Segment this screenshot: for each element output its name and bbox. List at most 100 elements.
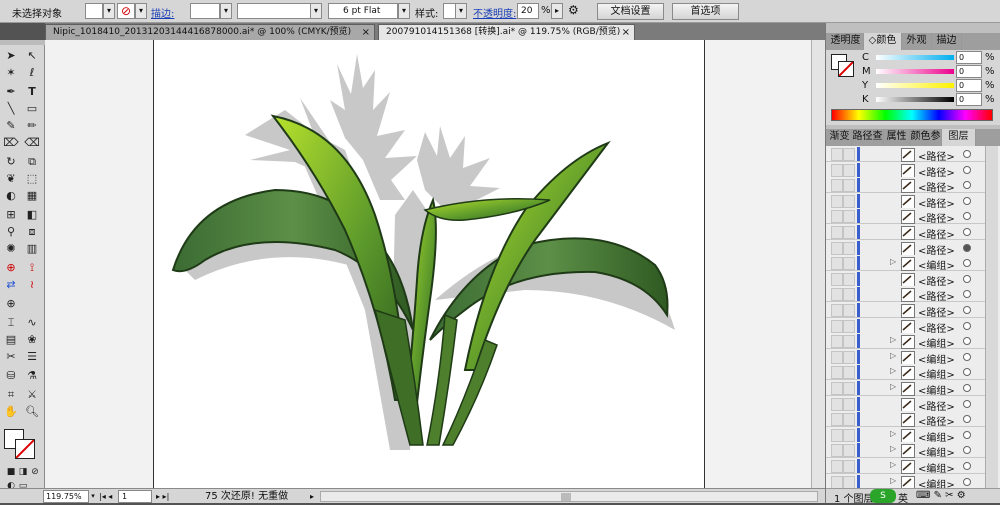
expand-icon[interactable]: ▷ [890,382,896,391]
layer-row[interactable]: <路径> [826,161,998,179]
mesh-tool-icon[interactable]: ⊞ [2,207,20,223]
tab-gradient[interactable]: 渐变 [828,129,852,146]
layer-row[interactable]: ▷ <编组> [826,380,998,397]
stroke-label[interactable]: 描边: [151,5,174,20]
target-icon[interactable] [963,306,971,314]
stroke-swatch-dropdown[interactable]: ▾ [135,3,147,19]
visibility-toggle[interactable] [831,163,843,177]
stroke-weight-dropdown[interactable]: ▾ [220,3,232,19]
layer-row[interactable]: <路径> [826,317,998,335]
visibility-toggle[interactable] [831,335,843,349]
canvas-area[interactable] [45,40,825,488]
layer-row[interactable]: <路径> [826,224,998,241]
rectangle-tool-icon[interactable]: ▭ [23,101,41,117]
artboard-tool-icon[interactable]: ⊕ [2,260,20,276]
warp-tool-icon[interactable]: ❦ [2,171,20,187]
expand-icon[interactable]: ▷ [890,366,896,375]
target-icon[interactable] [963,462,971,470]
target-icon[interactable] [963,321,971,330]
scissors-tool-icon[interactable]: ✂ [2,349,20,365]
visibility-toggle[interactable] [831,288,843,302]
lock-toggle[interactable] [843,288,855,302]
layer-row[interactable]: <路径> [826,239,998,257]
target-icon[interactable] [963,228,971,236]
layers-scrollbar[interactable] [985,146,998,488]
perspective-grid-tool-icon[interactable]: ▦ [23,188,41,204]
play-icon[interactable]: ▸ [310,492,314,501]
layer-row[interactable]: <路径> [826,270,998,288]
target-icon[interactable] [963,430,971,439]
layer-row[interactable]: <路径> [826,192,998,210]
stroke-swatch[interactable]: ⊘ [117,3,135,19]
rotate-tool-icon[interactable]: ↻ [2,154,20,170]
first-page-icon[interactable]: |◂ ◂ [99,490,112,503]
layer-row[interactable]: <路径> [826,177,998,194]
target-icon[interactable] [963,415,971,424]
expand-icon[interactable]: ▷ [890,444,896,453]
lock-toggle[interactable] [843,148,855,161]
profile-dropdown[interactable]: ▾ [310,3,322,19]
visibility-toggle[interactable] [831,148,843,161]
target-icon[interactable] [963,337,971,346]
hand-tool-icon[interactable]: ✋ [2,404,20,420]
knife-tool-icon[interactable]: ⚔ [23,387,41,403]
lock-toggle[interactable] [843,179,855,193]
vertical-scrollbar[interactable] [811,40,825,488]
target-icon[interactable] [963,196,971,205]
lock-toggle[interactable] [843,428,855,442]
target-icon[interactable] [963,274,971,283]
crop-tool-icon[interactable]: ⌗ [2,387,20,403]
zoom-tool-icon[interactable]: 🔍︎ [23,404,41,420]
layer-row[interactable]: ▷ <编组> [826,473,998,488]
tab-attributes[interactable]: 属性 [884,129,910,146]
paint-bucket-tool-icon[interactable]: ⛁ [2,368,20,384]
plant-illustration[interactable] [45,40,825,488]
close-icon[interactable]: × [622,25,630,40]
tab-document-2[interactable]: 200791014151368 [转换].ai* @ 119.75% (RGB/… [378,24,635,40]
line-tool-icon[interactable]: ╲ [2,101,20,117]
layer-row[interactable]: <路径> [826,286,998,303]
lasso-tool-icon[interactable]: ℓ [23,65,41,81]
visibility-toggle[interactable] [831,397,843,411]
tab-appearance[interactable]: 外观 [902,33,932,50]
magenta-input[interactable]: 0 [956,65,982,78]
toolbox-grip[interactable] [0,40,45,45]
lock-toggle[interactable] [843,475,855,488]
stroke-swatch-large[interactable] [838,61,854,77]
target-icon[interactable] [963,259,971,268]
tab-color[interactable]: ◇颜色 [864,33,902,50]
visibility-toggle[interactable] [831,210,843,224]
list-tool-icon[interactable]: ☰ [23,349,41,365]
recolor-artwork-icon[interactable]: ⚙ [568,3,579,17]
lock-toggle[interactable] [843,163,855,177]
paintbrush-tool-icon[interactable]: ✎ [2,118,20,134]
yellow-slider[interactable] [876,83,954,88]
lock-toggle[interactable] [843,335,855,349]
layer-row[interactable]: <路径> [826,302,998,319]
pencil-tool-icon[interactable]: ✏ [23,118,41,134]
visibility-toggle[interactable] [831,444,843,458]
lock-toggle[interactable] [843,319,855,333]
lock-toggle[interactable] [843,366,855,380]
tab-transparency[interactable]: 透明度 [828,33,864,50]
visibility-toggle[interactable] [831,475,843,488]
curl-tool-icon[interactable]: ❀ [23,332,41,348]
target-icon[interactable] [963,368,971,377]
fill-swatch[interactable] [85,3,103,19]
direct-selection-tool-icon[interactable]: ↖ [23,48,41,64]
close-icon[interactable]: × [362,25,370,40]
opacity-input[interactable]: 20 [517,3,539,19]
horizontal-scrollbar[interactable] [320,491,818,502]
free-transform-tool-icon[interactable]: ⬚ [23,171,41,187]
target-icon[interactable] [963,290,971,299]
sogou-ime-icon[interactable]: S [870,489,896,503]
visibility-toggle[interactable] [831,304,843,317]
layer-row[interactable]: <路径> [826,208,998,225]
expand-icon[interactable]: ▷ [890,476,896,485]
scroll-thumb[interactable] [561,493,571,501]
lock-toggle[interactable] [843,413,855,427]
crosshair-tool-icon[interactable]: ⊕ [2,296,20,312]
stroke-weight-input[interactable] [190,3,220,19]
visibility-toggle[interactable] [831,460,843,473]
lock-toggle[interactable] [843,257,855,271]
